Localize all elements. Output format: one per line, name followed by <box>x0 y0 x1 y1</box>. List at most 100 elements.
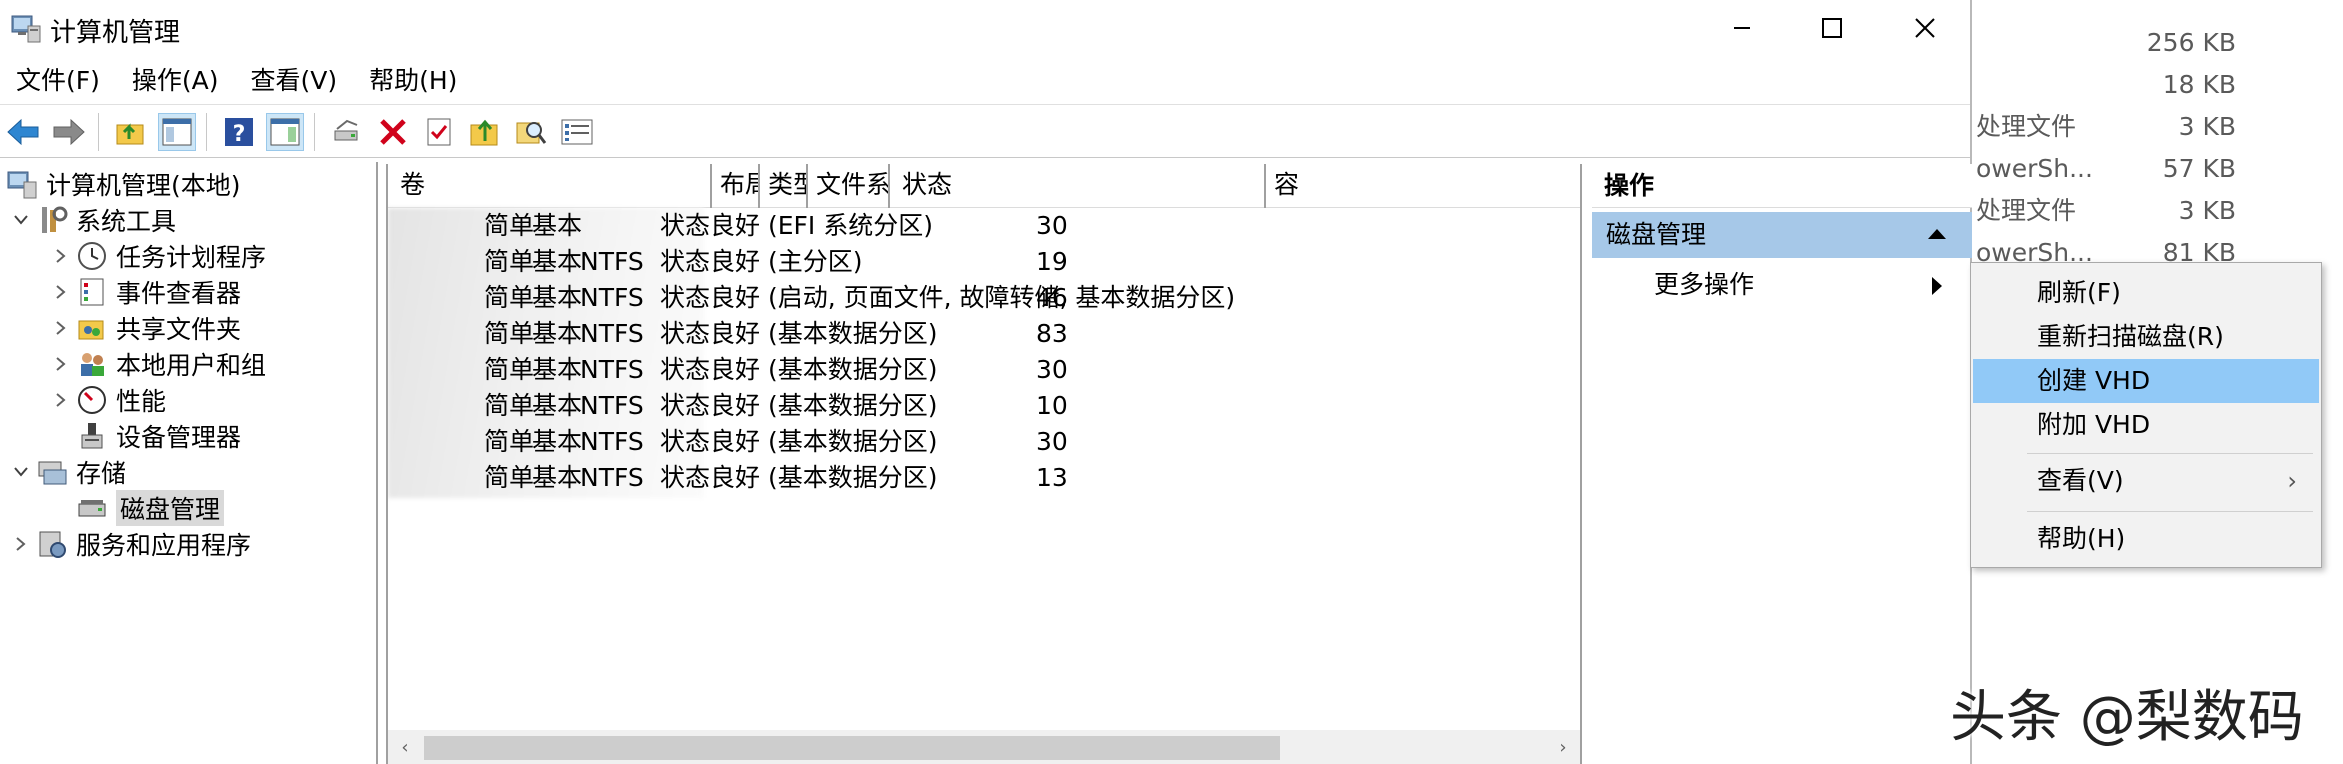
file-size: 3 KB <box>2178 196 2236 225</box>
maximize-icon <box>1822 18 1842 38</box>
cell-capacity: 13 <box>1036 463 1068 492</box>
cell-status: 状态良好 (基本数据分区) <box>660 463 938 492</box>
disk-drive-icon <box>78 500 106 517</box>
chevron-right-icon[interactable] <box>50 353 72 375</box>
menu-item-rescan-disks[interactable]: 重新扫描磁盘(R) <box>1973 315 2319 359</box>
tree-item-storage[interactable]: 存储 <box>10 454 126 490</box>
tree-item-event-viewer[interactable]: 事件查看器 <box>50 274 241 310</box>
cell-layout: 简单 <box>484 247 535 276</box>
tree-item-system-tools[interactable]: 系统工具 <box>10 202 176 238</box>
column-status[interactable]: 状态 <box>890 164 1266 208</box>
column-layout[interactable]: 布局 <box>712 164 760 208</box>
chevron-down-icon[interactable] <box>10 461 32 483</box>
table-row[interactable]: 简单 基本 NTFS 状态良好 (基本数据分区) 10 <box>388 388 1580 424</box>
help-button[interactable]: ? <box>220 113 258 151</box>
collapse-triangle-icon[interactable] <box>1928 229 1946 239</box>
list-view-icon <box>561 119 593 145</box>
table-row[interactable]: 简单 基本 状态良好 (EFI 系统分区) 30 <box>388 208 1580 244</box>
cell-filesystem: NTFS <box>580 427 644 456</box>
list-item: 256 KB <box>1976 22 2276 64</box>
column-type[interactable]: 类型 <box>760 164 808 208</box>
tree-item-disk-management[interactable]: 磁盘管理 <box>76 490 225 526</box>
chevron-right-icon[interactable] <box>50 245 72 267</box>
cell-type: 基本 <box>532 391 583 420</box>
cell-layout: 简单 <box>484 355 535 384</box>
menu-action[interactable]: 操作(A) <box>116 60 235 102</box>
more-actions-item[interactable]: 更多操作 <box>1592 262 1972 308</box>
menu-item-help[interactable]: 帮助(H) <box>1973 517 2319 561</box>
table-row[interactable]: 简单 基本 NTFS 状态良好 (基本数据分区) 13 <box>388 460 1580 496</box>
file-name: 处理文件 <box>1976 196 2077 225</box>
minimize-button[interactable] <box>1697 0 1787 56</box>
show-hide-tree-icon <box>162 118 192 146</box>
cell-status: 状态良好 (启动, 页面文件, 故障转储, 基本数据分区) <box>660 283 1236 312</box>
cell-type: 基本 <box>532 211 583 240</box>
export-list-button[interactable] <box>466 113 504 151</box>
actions-section-label: 磁盘管理 <box>1606 220 1707 249</box>
menu-item-view[interactable]: 查看(V) › <box>1973 459 2319 503</box>
actions-section-disk-management[interactable]: 磁盘管理 <box>1592 212 1972 258</box>
tree-label-local-users: 本地用户和组 <box>116 351 267 380</box>
connect-button[interactable] <box>328 113 366 151</box>
table-row[interactable]: 简单 基本 NTFS 状态良好 (基本数据分区) 83 <box>388 316 1580 352</box>
chevron-right-icon[interactable] <box>10 533 32 555</box>
search-icon <box>516 122 547 144</box>
menu-item-refresh[interactable]: 刷新(F) <box>1973 271 2319 315</box>
up-one-level-button[interactable] <box>112 113 150 151</box>
tree-item-shared-folders[interactable]: 共享文件夹 <box>50 310 241 346</box>
chevron-down-icon[interactable] <box>10 209 32 231</box>
delete-button[interactable] <box>374 113 412 151</box>
chevron-right-icon[interactable] <box>50 317 72 339</box>
submenu-arrow-icon <box>1932 277 1942 295</box>
event-log-icon <box>80 278 104 306</box>
tree-item-services[interactable]: 服务和应用程序 <box>10 526 251 562</box>
tree-item-performance[interactable]: 性能 <box>50 382 166 418</box>
forward-button[interactable] <box>50 113 88 151</box>
menu-view[interactable]: 查看(V) <box>235 60 354 102</box>
back-button[interactable] <box>4 113 42 151</box>
toolbar: ? <box>0 104 1970 158</box>
column-volume[interactable]: 卷 <box>388 164 712 208</box>
menu-file[interactable]: 文件(F) <box>0 60 116 102</box>
cell-capacity: 30 <box>1036 427 1068 456</box>
table-row[interactable]: 简单 基本 NTFS 状态良好 (启动, 页面文件, 故障转储, 基本数据分区) 46 <box>388 280 1580 316</box>
tree-item-local-users[interactable]: 本地用户和组 <box>50 346 266 382</box>
console-tree: 计算机管理(本地) 系统工具 任务计划程序 事件查看器 共享文件夹 本地用户和组 <box>0 162 378 764</box>
menu-item-create-vhd[interactable]: 创建 VHD <box>1973 359 2319 403</box>
watermark-text: 头条 @梨数码 <box>1950 685 2304 750</box>
show-hide-console-tree-button[interactable] <box>158 113 196 151</box>
menu-item-attach-vhd[interactable]: 附加 VHD <box>1973 403 2319 447</box>
table-row[interactable]: 简单 基本 NTFS 状态良好 (基本数据分区) 30 <box>388 424 1580 460</box>
maximize-button[interactable] <box>1787 0 1877 56</box>
column-capacity[interactable]: 容 <box>1266 164 1306 208</box>
column-filesystem[interactable]: 文件系统 <box>808 164 890 208</box>
more-actions-context-menu: 刷新(F) 重新扫描磁盘(R) 创建 VHD 附加 VHD 查看(V) › 帮助… <box>1970 262 2322 568</box>
tree-item-device-manager[interactable]: 设备管理器 <box>76 418 241 454</box>
close-button[interactable] <box>1880 0 1970 56</box>
tree-item-task-scheduler[interactable]: 任务计划程序 <box>50 238 266 274</box>
tree-label-disk-management: 磁盘管理 <box>116 490 225 526</box>
list-view-button[interactable] <box>558 113 596 151</box>
back-arrow-icon <box>7 118 39 146</box>
menu-help[interactable]: 帮助(H) <box>353 60 473 102</box>
volume-rows: 简单 基本 状态良好 (EFI 系统分区) 30 简单 基本 NTFS 状态良好 (主分区) 1… <box>388 208 1580 496</box>
find-button[interactable] <box>512 113 550 151</box>
help-icon: ? <box>225 118 253 147</box>
chevron-right-icon[interactable] <box>50 281 72 303</box>
chevron-right-icon[interactable] <box>50 389 72 411</box>
show-hide-action-pane-button[interactable] <box>266 113 304 151</box>
scroll-right-icon[interactable]: › <box>1546 730 1580 764</box>
scroll-left-icon[interactable]: ‹ <box>388 730 422 764</box>
file-size: 256 KB <box>2146 28 2236 57</box>
scrollbar-thumb[interactable] <box>424 736 1280 760</box>
properties-button[interactable] <box>420 113 458 151</box>
cell-status: 状态良好 (基本数据分区) <box>660 319 938 348</box>
users-icon <box>81 353 104 376</box>
table-row[interactable]: 简单 基本 NTFS 状态良好 (主分区) 19 <box>388 244 1580 280</box>
horizontal-scrollbar[interactable]: ‹ › <box>388 730 1580 764</box>
services-icon <box>39 531 66 558</box>
tree-item-root[interactable]: 计算机管理(本地) <box>6 166 241 202</box>
device-manager-icon <box>81 423 103 449</box>
tree-label-performance: 性能 <box>116 387 167 416</box>
table-row[interactable]: 简单 基本 NTFS 状态良好 (基本数据分区) 30 <box>388 352 1580 388</box>
